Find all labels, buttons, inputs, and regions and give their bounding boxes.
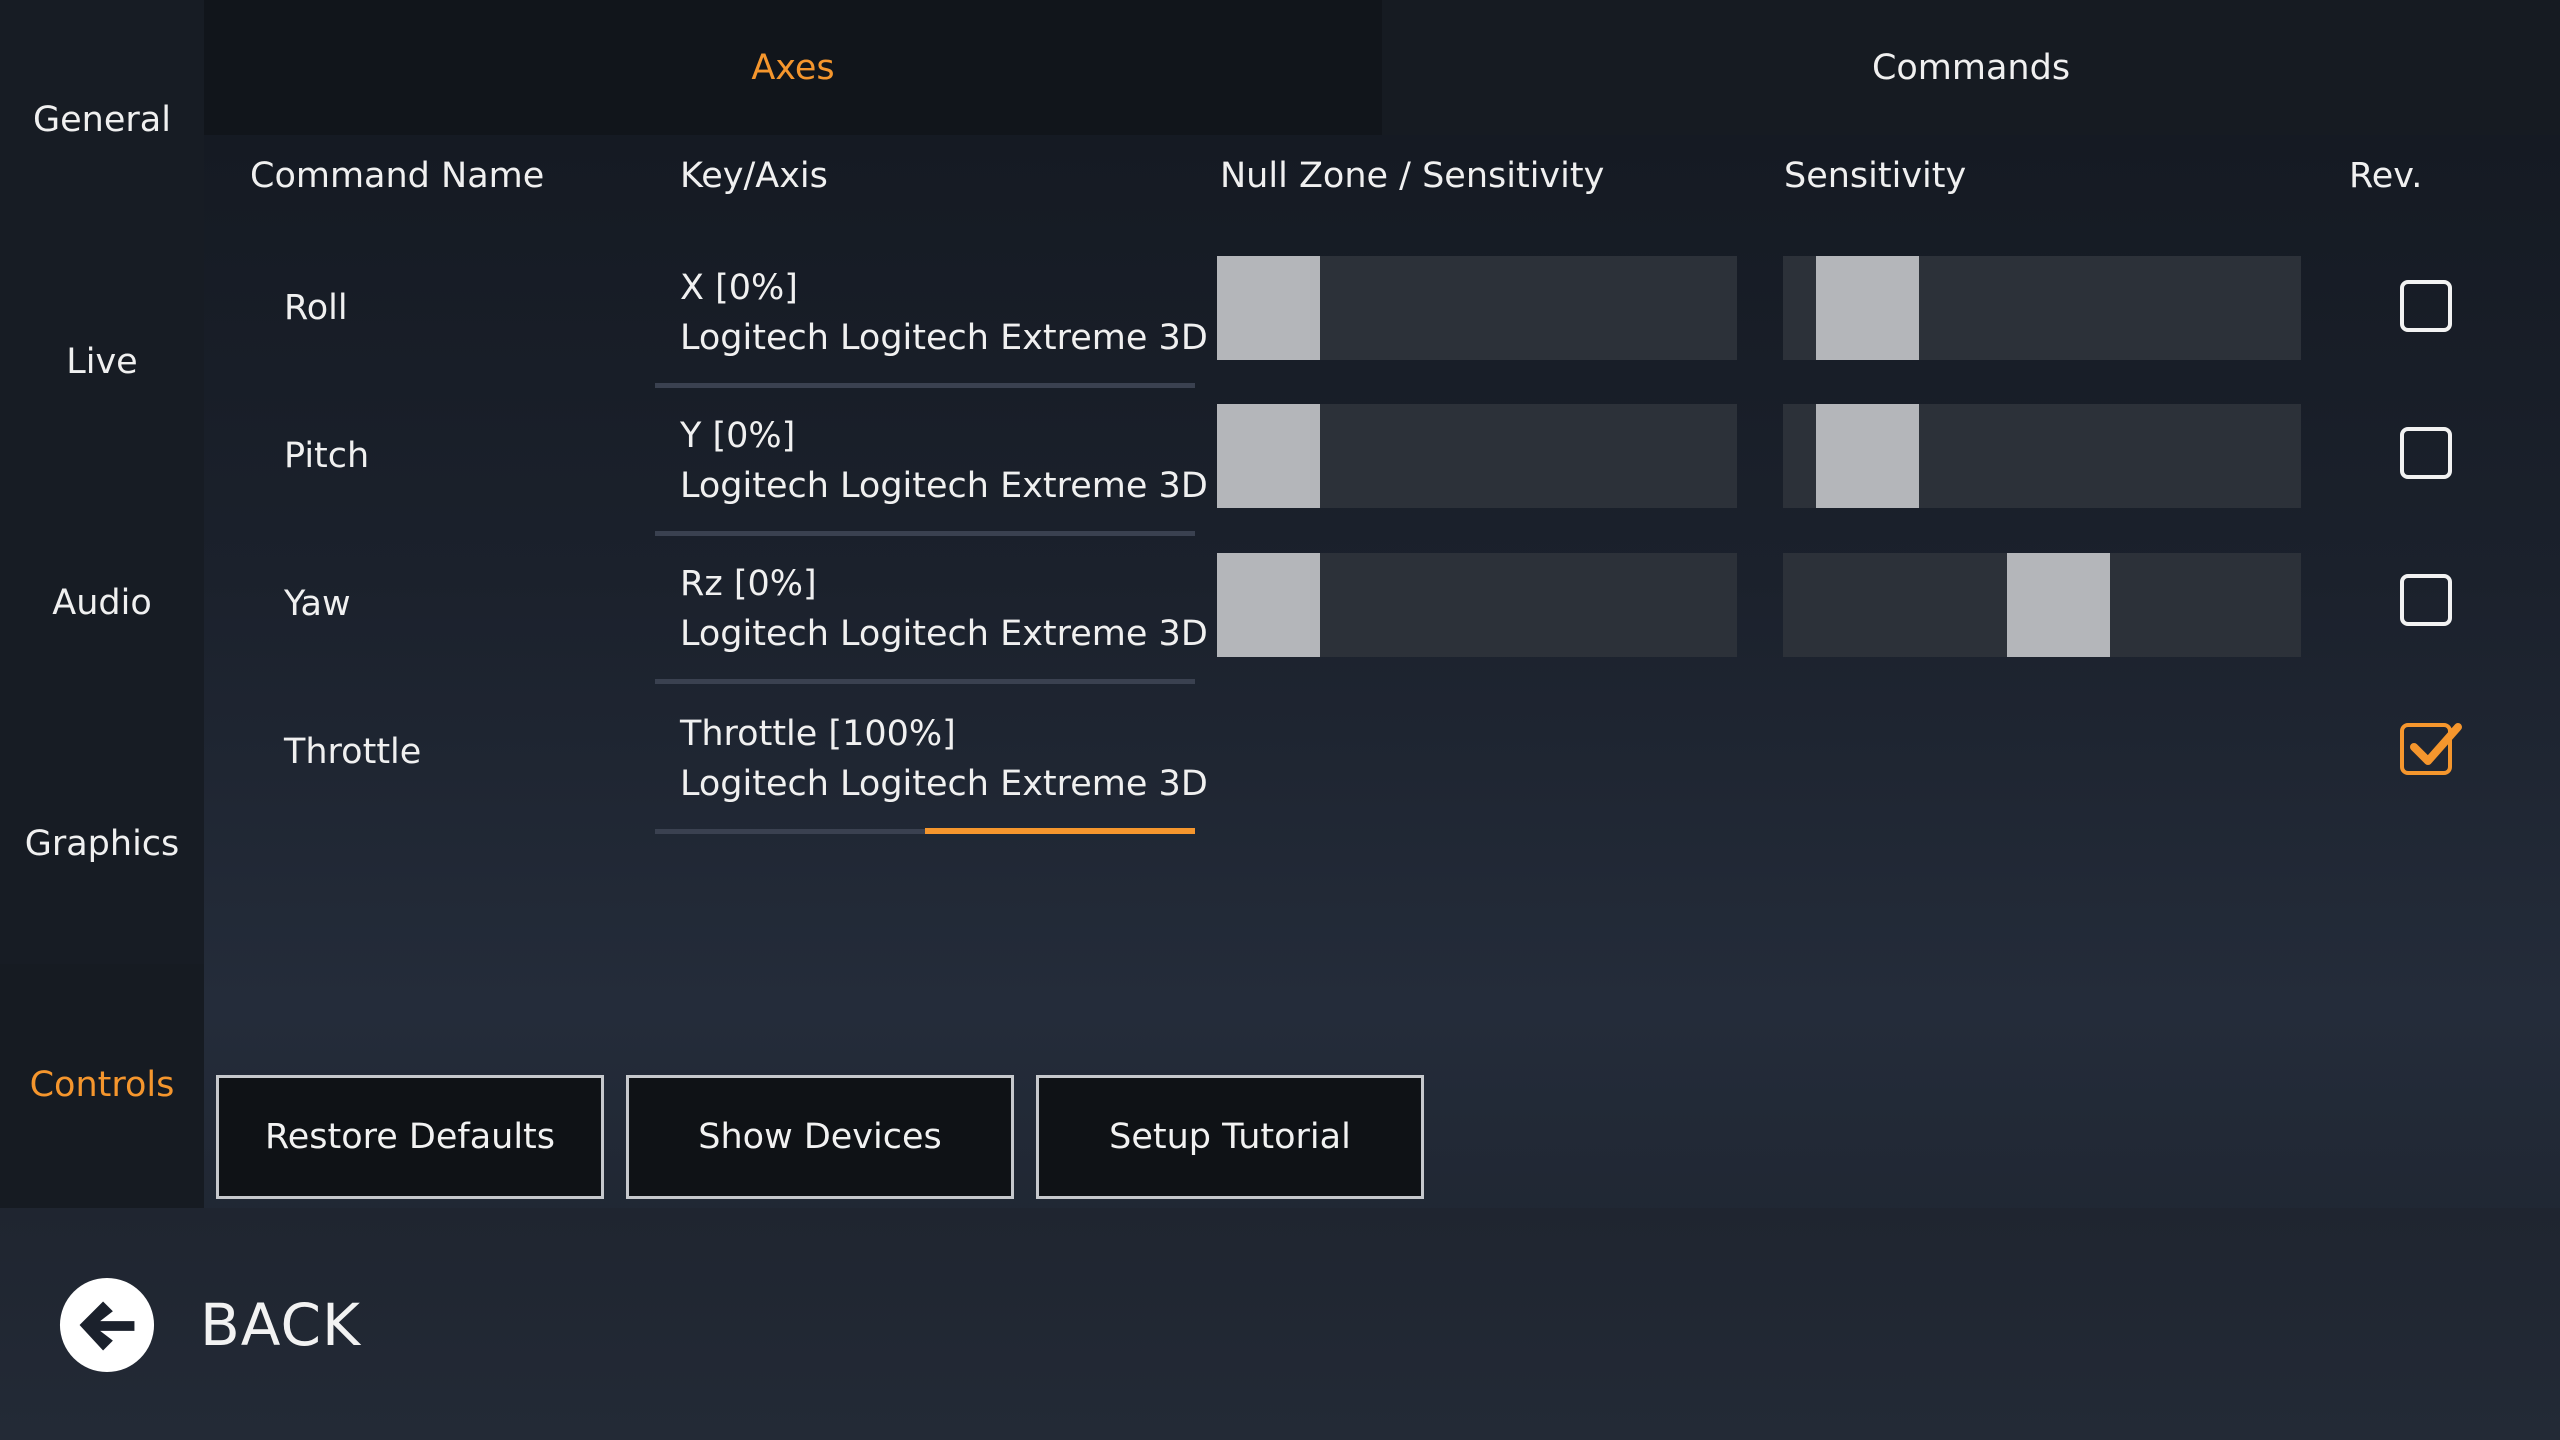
tab-commands[interactable]: Commands (1382, 0, 2560, 135)
back-arrow-icon (59, 1277, 155, 1373)
key-underline (655, 531, 1195, 536)
column-header-key-axis: Key/Axis (680, 156, 828, 196)
sensitivity-slider-yaw[interactable] (1783, 553, 2301, 657)
sidebar-item-live[interactable]: Live (0, 342, 204, 382)
row-name-pitch: Pitch (284, 436, 370, 476)
slider-thumb[interactable] (1816, 404, 1919, 508)
reverse-checkbox-throttle[interactable] (2400, 723, 2462, 775)
back-button[interactable]: BACK (58, 1275, 361, 1375)
key-binding-pitch[interactable]: Y [0%] Logitech Logitech Extreme 3D (655, 396, 1208, 536)
tab-axes[interactable]: Axes (204, 0, 1382, 135)
column-header-null-zone: Null Zone / Sensitivity (1220, 156, 1605, 196)
null-zone-slider-roll[interactable] (1217, 256, 1737, 360)
device-label: Logitech Logitech Extreme 3D (680, 466, 1208, 506)
null-zone-slider-yaw[interactable] (1217, 553, 1737, 657)
reverse-checkbox-pitch[interactable] (2400, 427, 2452, 479)
key-underline-focus (925, 828, 1195, 834)
axis-label: Rz [0%] (680, 564, 817, 604)
sidebar-upper-panel (0, 0, 204, 964)
slider-thumb[interactable] (1217, 404, 1320, 508)
back-label: BACK (200, 1291, 361, 1359)
axis-label: Y [0%] (680, 416, 796, 456)
tab-bar: Axes Commands (204, 0, 2560, 135)
key-underline (655, 383, 1195, 388)
column-header-rev: Rev. (2349, 156, 2423, 196)
key-underline (655, 679, 1195, 684)
device-label: Logitech Logitech Extreme 3D (680, 318, 1208, 358)
settings-sidebar: General Live Audio Graphics Controls (0, 0, 204, 1208)
restore-defaults-button[interactable]: Restore Defaults (216, 1075, 604, 1199)
show-devices-button[interactable]: Show Devices (626, 1075, 1014, 1199)
column-header-sensitivity: Sensitivity (1784, 156, 1967, 196)
setup-tutorial-button[interactable]: Setup Tutorial (1036, 1075, 1424, 1199)
column-header-command-name: Command Name (250, 156, 545, 196)
reverse-checkbox-roll[interactable] (2400, 280, 2452, 332)
sidebar-item-controls[interactable]: Controls (0, 1065, 204, 1105)
key-binding-yaw[interactable]: Rz [0%] Logitech Logitech Extreme 3D (655, 544, 1208, 684)
null-zone-slider-pitch[interactable] (1217, 404, 1737, 508)
axis-label: Throttle [100%] (680, 714, 956, 754)
reverse-checkbox-yaw[interactable] (2400, 574, 2452, 626)
slider-thumb[interactable] (2007, 553, 2110, 657)
device-label: Logitech Logitech Extreme 3D (680, 614, 1208, 654)
row-name-throttle: Throttle (284, 732, 422, 772)
sensitivity-slider-roll[interactable] (1783, 256, 2301, 360)
checkmark-icon (2410, 723, 2462, 765)
device-label: Logitech Logitech Extreme 3D (680, 764, 1208, 804)
row-name-roll: Roll (284, 288, 348, 328)
row-name-yaw: Yaw (284, 584, 351, 624)
axis-label: X [0%] (680, 268, 798, 308)
slider-thumb[interactable] (1217, 256, 1320, 360)
footer-bar (0, 1208, 2560, 1440)
key-binding-throttle[interactable]: Throttle [100%] Logitech Logitech Extrem… (655, 694, 1208, 834)
sidebar-item-audio[interactable]: Audio (0, 583, 204, 623)
sensitivity-slider-pitch[interactable] (1783, 404, 2301, 508)
slider-thumb[interactable] (1816, 256, 1919, 360)
sidebar-item-graphics[interactable]: Graphics (0, 824, 204, 864)
sidebar-item-general[interactable]: General (0, 100, 204, 140)
slider-thumb[interactable] (1217, 553, 1320, 657)
key-binding-roll[interactable]: X [0%] Logitech Logitech Extreme 3D (655, 248, 1208, 388)
